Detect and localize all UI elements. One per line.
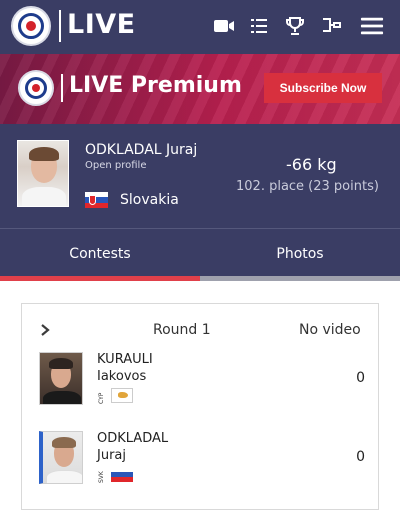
premium-title: LIVE Premium	[69, 73, 242, 98]
weight-category: -66 kg	[286, 155, 337, 174]
athlete-avatar[interactable]	[17, 140, 69, 207]
bracket-icon[interactable]	[320, 14, 344, 38]
video-status: No video	[299, 322, 361, 338]
athlete-country: Slovakia	[120, 192, 179, 208]
contest-card[interactable]: Round 1 No video KURAULI Iakovos CYP 0 O…	[21, 303, 379, 510]
round-label: Round 1	[153, 322, 211, 338]
athlete-profile-section: ODKLADAL Juraj Open profile Slovakia -66…	[0, 124, 400, 276]
live-title[interactable]: LIVE	[67, 9, 136, 40]
contestant-surname: KURAULI	[97, 352, 153, 367]
open-profile-link[interactable]: Open profile	[85, 160, 146, 171]
hamburger-menu-icon[interactable]	[360, 14, 386, 38]
contestant-given-name: Iakovos	[97, 369, 147, 384]
contestant-photo	[39, 431, 83, 484]
logo-divider	[59, 10, 61, 42]
contestant-score: 0	[356, 449, 365, 465]
athlete-ranking: 102. place (23 points)	[236, 179, 379, 194]
tab-contests[interactable]: Contests	[0, 236, 200, 272]
athlete-header: ODKLADAL Juraj Open profile Slovakia -66…	[0, 124, 400, 228]
video-camera-icon[interactable]	[212, 14, 236, 38]
contestant-row[interactable]: ODKLADAL Juraj SVK 0	[39, 431, 365, 487]
profile-divider	[0, 228, 400, 229]
athlete-name[interactable]: ODKLADAL Juraj	[85, 142, 197, 158]
contestant-photo	[39, 352, 83, 405]
list-icon[interactable]	[247, 14, 271, 38]
premium-divider	[61, 74, 63, 102]
chevron-right-icon[interactable]	[38, 322, 52, 336]
subscribe-button[interactable]: Subscribe Now	[264, 73, 382, 103]
slovakia-flag-icon	[85, 192, 108, 208]
active-tab-indicator	[0, 276, 200, 281]
inactive-tab-indicator	[200, 276, 400, 281]
contestant-surname: ODKLADAL	[97, 431, 169, 446]
contestant-given-name: Juraj	[97, 448, 126, 463]
contestant-score: 0	[356, 370, 365, 386]
ijf-logo[interactable]	[11, 6, 51, 46]
trophy-icon[interactable]	[283, 14, 307, 38]
contestant-row[interactable]: KURAULI Iakovos CYP 0	[39, 352, 365, 408]
country-code: SVK	[98, 471, 105, 483]
cyprus-flag-icon	[111, 388, 133, 403]
slovakia-flag-icon	[111, 467, 133, 482]
country-code: CYP	[98, 392, 105, 404]
tab-photos[interactable]: Photos	[200, 236, 400, 272]
premium-logo	[18, 70, 54, 106]
top-navbar: LIVE	[0, 0, 400, 54]
